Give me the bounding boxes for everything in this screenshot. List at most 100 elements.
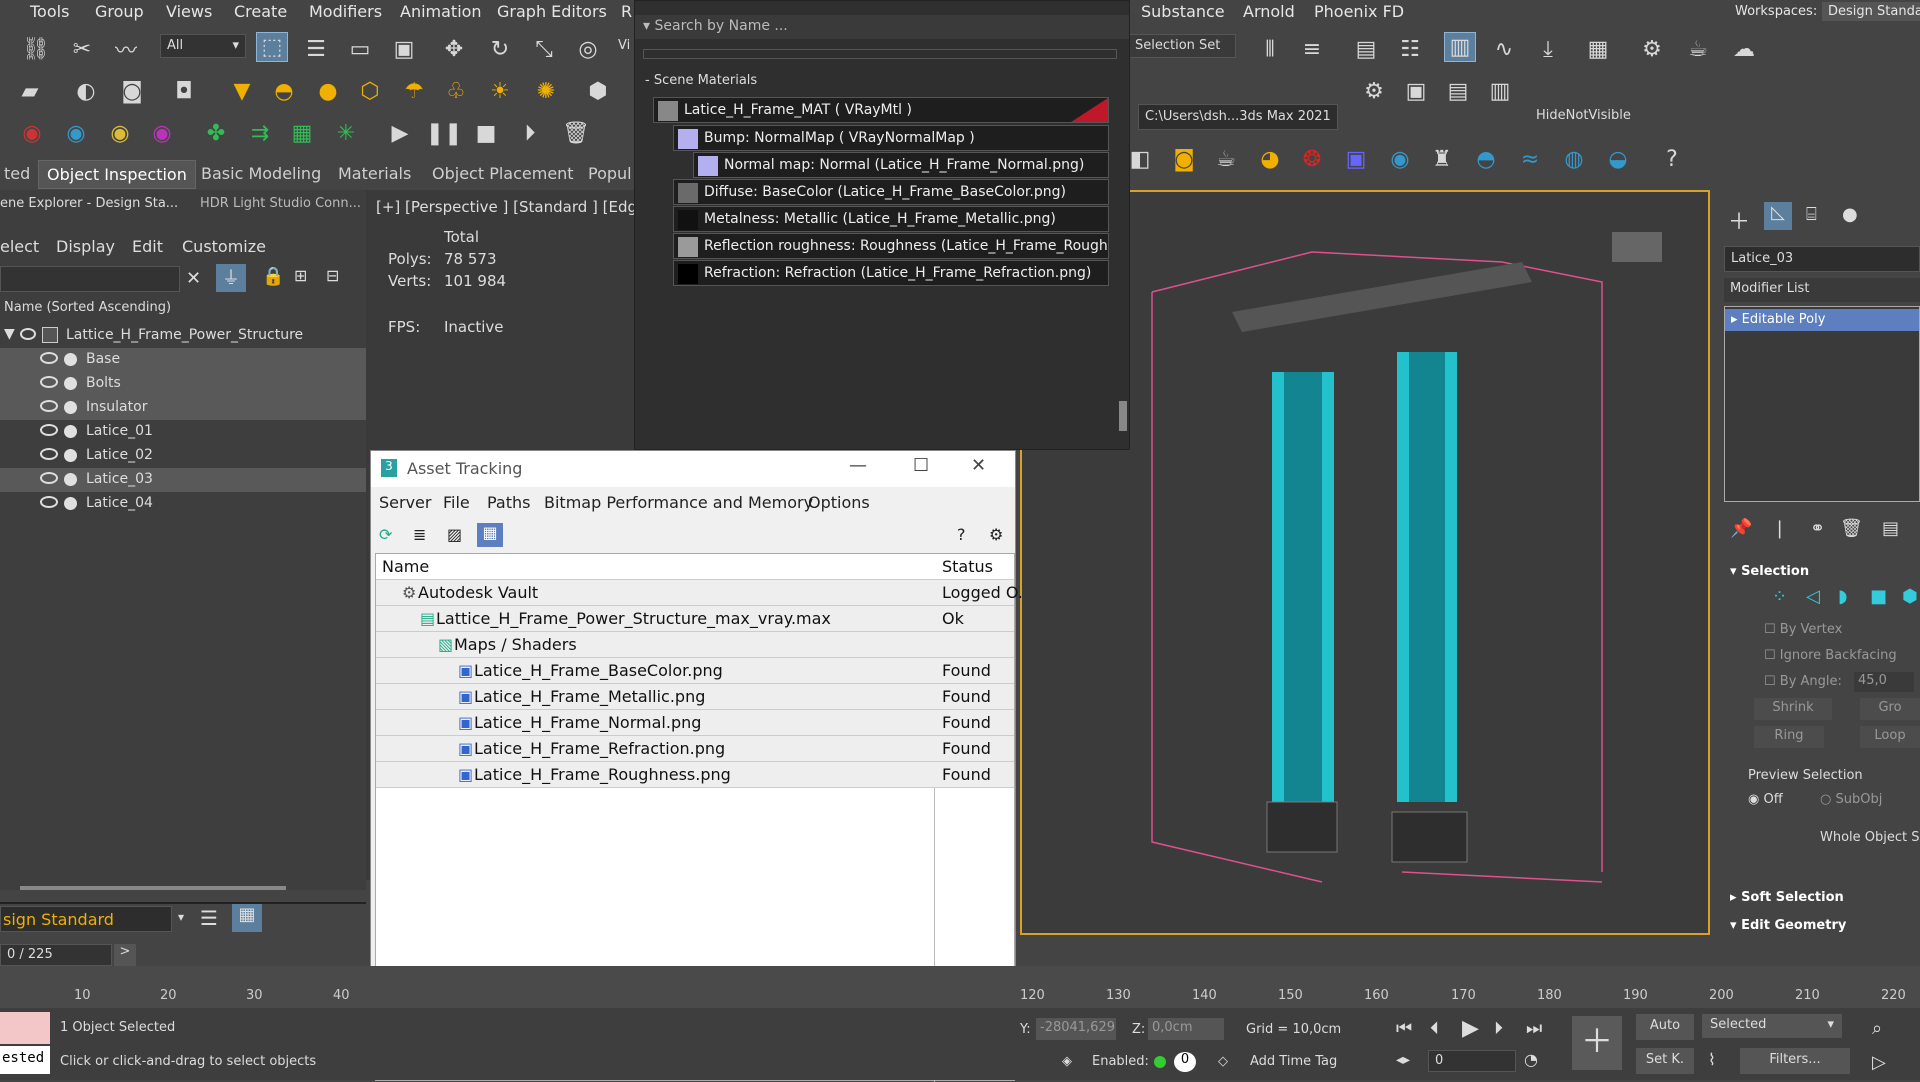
table-row[interactable]: ▣ Latice_H_Frame_Refraction.png Found bbox=[376, 736, 1014, 762]
remove-modifier-icon[interactable]: 🗑 bbox=[1840, 518, 1863, 539]
ies-light-icon[interactable]: ☂ bbox=[398, 76, 430, 106]
selection-filter-dropdown[interactable]: All ▾ bbox=[160, 34, 246, 58]
set-key-button[interactable]: Set K. bbox=[1636, 1048, 1694, 1074]
named-selection-set-dropdown[interactable]: Selection Set bbox=[1128, 34, 1236, 58]
tool-icon-6[interactable]: ▣ bbox=[1340, 144, 1372, 174]
rotate-icon[interactable]: ↻ bbox=[484, 34, 516, 64]
explorer-toggle-icon[interactable]: ▦ bbox=[232, 904, 262, 932]
by-vertex-checkbox[interactable]: ☐ By Vertex bbox=[1764, 622, 1842, 637]
tree-item-row[interactable]: Bolts bbox=[0, 372, 366, 396]
maxscript-listener-pink[interactable] bbox=[0, 1012, 50, 1044]
filters-button[interactable]: Filters... bbox=[1740, 1048, 1850, 1074]
scale-icon[interactable]: ⤡ bbox=[528, 34, 560, 64]
maximize-icon[interactable]: ☐ bbox=[913, 455, 929, 476]
select-by-name-icon[interactable]: ☰ bbox=[300, 34, 332, 64]
sort-header[interactable]: Name (Sorted Ascending) bbox=[4, 300, 171, 315]
modifier-item[interactable]: ▸ Editable Poly bbox=[1725, 309, 1919, 331]
selection-rollout-header[interactable]: ▾ Selection bbox=[1730, 564, 1809, 579]
close-icon[interactable]: ✕ bbox=[186, 268, 201, 289]
edit-geometry-rollout[interactable]: ▾ Edit Geometry bbox=[1730, 918, 1846, 933]
phoenix-liquid-icon[interactable]: ◉ bbox=[60, 118, 92, 148]
menu-modifiers[interactable]: Modifiers bbox=[309, 2, 382, 21]
tab-populate[interactable]: Popul bbox=[580, 160, 640, 187]
material-row[interactable]: Refraction: Refraction (Latice_H_Frame_R… bbox=[673, 260, 1109, 286]
visibility-eye-icon[interactable] bbox=[40, 424, 58, 436]
material-row[interactable]: Normal map: Normal (Latice_H_Frame_Norma… bbox=[693, 152, 1109, 178]
tool-icon-4[interactable]: ◕ bbox=[1254, 144, 1286, 174]
table-row[interactable]: ▤ Lattice_H_Frame_Power_Structure_max_vr… bbox=[376, 606, 1014, 632]
preview-off-radio[interactable]: ◉ Off bbox=[1748, 792, 1783, 807]
layers-icon[interactable]: ☷ bbox=[1394, 34, 1426, 64]
menu-views[interactable]: Views bbox=[166, 2, 212, 21]
visibility-eye-icon[interactable] bbox=[40, 352, 58, 364]
vray-light-icon[interactable]: ◐ bbox=[70, 76, 102, 106]
angle-spinner[interactable]: 45,0 bbox=[1854, 672, 1914, 692]
material-row[interactable]: Latice_H_Frame_MAT ( VRayMtl ) bbox=[653, 97, 1109, 123]
edge-mode-icon[interactable]: ◁ bbox=[1806, 586, 1820, 607]
ignore-backfacing-checkbox[interactable]: ☐ Ignore Backfacing bbox=[1764, 648, 1897, 663]
tea-icon[interactable]: ☕ bbox=[1210, 144, 1242, 174]
vray-proxy-icon[interactable]: ⬢ bbox=[582, 76, 614, 106]
layers-stack-icon[interactable]: ☰ bbox=[200, 906, 218, 930]
refresh-icon[interactable]: ⟳ bbox=[379, 525, 392, 544]
visibility-eye-icon[interactable] bbox=[40, 400, 58, 412]
list-view-icon[interactable]: ≣ bbox=[413, 525, 426, 544]
table-row[interactable]: ▧ Maps / Shaders bbox=[376, 632, 1014, 658]
adaptive-degradation-icon[interactable]: ◈ bbox=[1062, 1054, 1072, 1069]
column-header-name[interactable]: Name bbox=[382, 557, 429, 576]
z-coordinate-field[interactable]: 0,0cm bbox=[1148, 1018, 1224, 1040]
rectangular-selection-icon[interactable]: ▭ bbox=[344, 34, 376, 64]
menu-paths[interactable]: Paths bbox=[487, 493, 530, 512]
se-menu-edit[interactable]: Edit bbox=[132, 237, 163, 256]
menu-phoenix-fd[interactable]: Phoenix FD bbox=[1314, 2, 1404, 21]
table-row[interactable]: ⚙ Autodesk Vault Logged O. bbox=[376, 580, 1023, 606]
menu-file[interactable]: File bbox=[443, 493, 470, 512]
project-path-dropdown[interactable]: C:\Users\dsh...3ds Max 2021 bbox=[1138, 104, 1338, 130]
create-icon[interactable]: ＋ bbox=[1728, 204, 1750, 236]
curve-editor-icon[interactable]: ∿ bbox=[1488, 34, 1520, 64]
se-menu-select[interactable]: elect bbox=[0, 237, 39, 256]
visibility-eye-icon[interactable] bbox=[40, 376, 58, 388]
visibility-eye-icon[interactable] bbox=[20, 328, 36, 340]
tree-item-row[interactable]: Base bbox=[0, 348, 366, 372]
phoenix-source-icon[interactable]: ◉ bbox=[104, 118, 136, 148]
auto-key-button[interactable]: Auto bbox=[1636, 1014, 1694, 1040]
element-mode-icon[interactable]: ⬢ bbox=[1902, 586, 1918, 607]
time-configuration-icon[interactable]: ◔ bbox=[1524, 1050, 1538, 1069]
phoenix-fire-icon[interactable]: ◉ bbox=[16, 118, 48, 148]
sort-icon[interactable]: ⊟ bbox=[326, 266, 339, 285]
link-icon[interactable]: ⛓ bbox=[20, 34, 52, 64]
sun-icon[interactable]: ☀ bbox=[484, 76, 516, 106]
render-setup-icon[interactable]: ⚙ bbox=[1636, 34, 1668, 64]
time-tag-icon[interactable]: ◇ bbox=[1218, 1054, 1228, 1069]
help-icon[interactable]: ? bbox=[957, 525, 966, 544]
isolate-toggle-icon[interactable]: 0 bbox=[1174, 1052, 1196, 1072]
force-icon[interactable]: ✳ bbox=[330, 118, 362, 148]
modify-icon[interactable]: ◺ bbox=[1764, 202, 1792, 230]
tool-icon-2[interactable]: ◙ bbox=[1168, 144, 1200, 174]
layer-explorer-icon[interactable]: ▤ bbox=[1350, 34, 1382, 64]
chevron-down-icon[interactable]: ▾ bbox=[178, 910, 184, 924]
orbit-icon[interactable]: ▷ bbox=[1872, 1052, 1886, 1073]
add-time-tag-label[interactable]: Add Time Tag bbox=[1250, 1054, 1337, 1069]
tree-item-row[interactable]: Latice_03 bbox=[0, 468, 366, 492]
sphere-light-icon[interactable]: ● bbox=[312, 76, 344, 106]
select-object-icon[interactable]: ⬚ bbox=[256, 32, 288, 62]
tree-item-row[interactable]: Latice_01 bbox=[0, 420, 366, 444]
next-frame-icon[interactable]: ⏵ bbox=[1494, 1018, 1503, 1039]
grid-icon[interactable]: ▦ bbox=[286, 118, 318, 148]
close-icon[interactable]: ✕ bbox=[971, 455, 986, 476]
window-crossing-icon[interactable]: ▣ bbox=[388, 34, 420, 64]
key-filter-dropdown[interactable]: Selected ▾ bbox=[1702, 1014, 1842, 1038]
tool-icon-7[interactable]: ◉ bbox=[1384, 144, 1416, 174]
vertex-mode-icon[interactable]: ⁘ bbox=[1772, 586, 1787, 607]
horizontal-scrollbar[interactable] bbox=[20, 886, 286, 890]
sky-icon[interactable]: ✺ bbox=[530, 76, 562, 106]
material-editor-icon[interactable]: ▦ bbox=[1582, 34, 1614, 64]
menu-substance[interactable]: Substance bbox=[1141, 2, 1225, 21]
column-header-status[interactable]: Status bbox=[942, 557, 993, 576]
hide-not-visible-label[interactable]: HideNotVisible bbox=[1536, 108, 1631, 123]
ribbon-toggle-icon[interactable]: ▥ bbox=[1444, 32, 1476, 62]
tab-materials[interactable]: Materials bbox=[330, 160, 419, 187]
set-project-icon[interactable]: ⚙ bbox=[1358, 76, 1390, 106]
